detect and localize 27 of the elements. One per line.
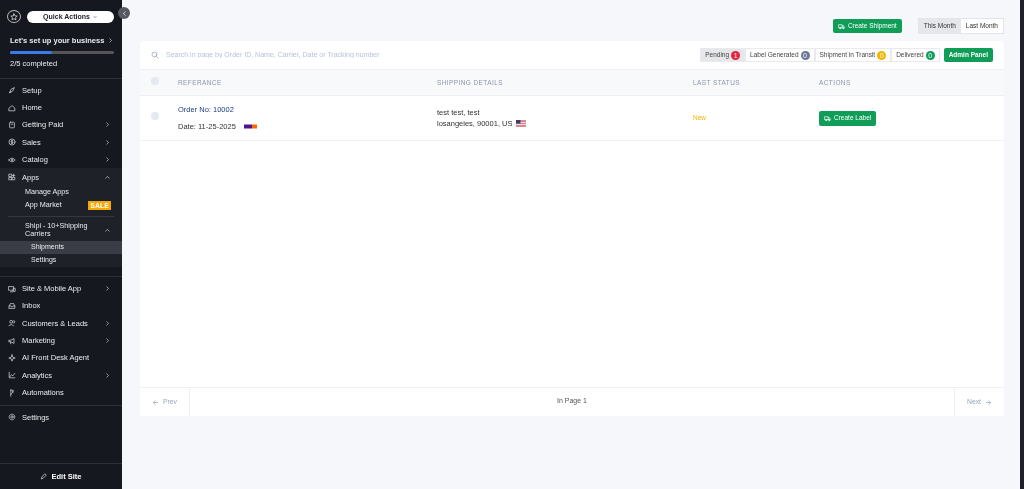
people-icon: [8, 319, 16, 328]
rocket-icon: [8, 86, 16, 95]
caret-icon: [91, 13, 98, 20]
megaphone-icon: [8, 336, 16, 345]
truck-icon: [824, 114, 831, 122]
sparkle-icon: [8, 354, 16, 363]
favorite-button[interactable]: [7, 10, 21, 23]
chart-icon: [8, 371, 16, 380]
row-checkbox[interactable]: [151, 112, 159, 121]
home-icon: [8, 103, 16, 112]
collapse-button[interactable]: [118, 7, 130, 19]
monitor-icon: [8, 284, 16, 293]
apps-icon: [8, 173, 16, 182]
chevron-right-icon: [107, 37, 114, 45]
inbox-icon: [8, 301, 16, 310]
arrow-left-icon: [152, 398, 159, 406]
flag-icon: [516, 120, 527, 128]
pencil-icon: [40, 473, 48, 480]
settings-icon: [8, 413, 16, 422]
chevron-left-icon: [120, 9, 128, 17]
wallet-icon: [8, 120, 16, 129]
arrow-right-icon: [985, 398, 992, 406]
star-icon: [10, 12, 18, 21]
carrier-logo-icon: [243, 123, 257, 129]
truck-icon: [837, 22, 845, 30]
dollar-icon: [8, 138, 16, 147]
search-icon: [151, 51, 159, 59]
